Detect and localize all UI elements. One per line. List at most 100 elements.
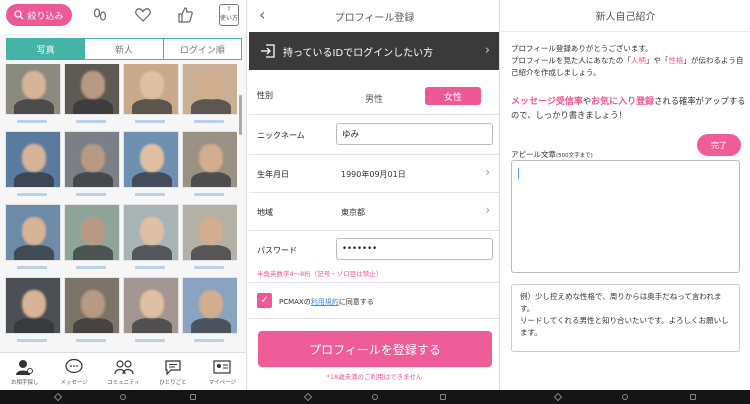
- profile-photo: [182, 131, 237, 188]
- password-label: パスワード: [257, 246, 297, 255]
- profile-photo-item[interactable]: [64, 277, 120, 347]
- heart-icon[interactable]: [133, 5, 153, 25]
- profile-photo-item[interactable]: [5, 204, 61, 274]
- profile-photo: [182, 204, 237, 261]
- region-row[interactable]: 地域 東京都 ›: [249, 193, 499, 231]
- example-text: 例）少し控えめな性格で、周りからは奥手だねって言われます。 リードしてくれる男性…: [511, 284, 740, 352]
- profile-photo-item[interactable]: [123, 204, 179, 274]
- speech-bubble-icon: [65, 358, 83, 374]
- profile-photo-item[interactable]: [123, 277, 179, 347]
- nav-community[interactable]: コミュニティ: [99, 353, 148, 390]
- nickname-input[interactable]: ゆみ: [336, 123, 493, 145]
- profile-photo-item[interactable]: [64, 204, 120, 274]
- blurred-caption: [64, 334, 120, 346]
- listing-tabs: 写真 新人 ログイン順: [6, 38, 242, 60]
- profile-photo: [123, 204, 179, 261]
- help-button[interactable]: ? 使い方: [219, 4, 239, 26]
- birthday-value: 1990年09月01日: [341, 170, 406, 179]
- photo-grid: [5, 64, 237, 352]
- blurred-caption: [5, 188, 61, 200]
- recents-icon[interactable]: [190, 394, 196, 400]
- appeal-label: アピール文章(500文字まで): [511, 150, 593, 159]
- gender-female-option[interactable]: 女性: [425, 87, 481, 105]
- profile-photo-item[interactable]: [123, 64, 179, 128]
- text-caret: [518, 168, 519, 179]
- chevron-right-icon: ›: [484, 43, 490, 58]
- gender-male-option[interactable]: 男性: [349, 89, 399, 107]
- birthday-row[interactable]: 生年月日 1990年09月01日 ›: [249, 155, 499, 193]
- page-title: 新人自己紹介: [501, 0, 750, 32]
- profile-photo: [182, 64, 237, 115]
- profile-photo: [182, 277, 237, 334]
- profile-photo: [5, 64, 61, 115]
- recents-icon[interactable]: [690, 394, 696, 400]
- profile-register-panel: ‹ プロフィール登録 持っているIDでログインしたい方 › 性別 男性 女性 ニ…: [249, 0, 500, 390]
- done-button[interactable]: 完了: [697, 134, 741, 156]
- nickname-label: ニックネーム: [257, 131, 305, 140]
- filter-button[interactable]: 絞り込み: [6, 4, 72, 26]
- bottom-nav: お相手探し メッセージ コミュニティ ひとりごと マイページ: [0, 352, 246, 390]
- nav-search[interactable]: お相手探し: [0, 353, 49, 390]
- thumbs-up-icon[interactable]: [175, 5, 195, 25]
- blurred-caption: [123, 261, 179, 273]
- home-icon[interactable]: [622, 394, 628, 400]
- blurred-caption: [64, 261, 120, 273]
- back-icon[interactable]: [303, 392, 313, 402]
- blurred-caption: [182, 334, 237, 346]
- id-login-bar[interactable]: 持っているIDでログインしたい方 ›: [249, 32, 499, 70]
- nav-message[interactable]: メッセージ: [49, 353, 98, 390]
- home-icon[interactable]: [120, 394, 126, 400]
- page-header: ‹ プロフィール登録: [249, 0, 499, 32]
- intro-text: プロフィール登録ありがとうございます。 プロフィールを見た人にあなたの「人柄」や…: [511, 44, 744, 77]
- nickname-row: ニックネーム ゆみ: [249, 115, 499, 155]
- profile-photo-item[interactable]: [64, 131, 120, 201]
- tab-new[interactable]: 新人: [85, 39, 164, 59]
- register-profile-button[interactable]: プロフィールを登録する: [258, 331, 492, 367]
- self-intro-panel: 新人自己紹介 プロフィール登録ありがとうございます。 プロフィールを見た人にあな…: [501, 0, 750, 390]
- terms-link[interactable]: 利用規約: [311, 298, 339, 306]
- search-icon: [14, 10, 24, 20]
- id-login-text: 持っているIDでログインしたい方: [283, 47, 434, 59]
- system-nav-bar: [0, 390, 750, 404]
- appeal-textarea[interactable]: [511, 160, 740, 273]
- scrollbar[interactable]: [239, 95, 242, 135]
- page-title: プロフィール登録: [334, 12, 415, 24]
- profile-photo: [64, 277, 120, 334]
- recents-icon[interactable]: [440, 394, 446, 400]
- tab-photo[interactable]: 写真: [7, 39, 86, 59]
- group-icon: [113, 360, 134, 375]
- profile-photo-item[interactable]: [123, 131, 179, 201]
- profile-photo-item[interactable]: [64, 64, 120, 128]
- back-icon[interactable]: [553, 392, 563, 402]
- chevron-right-icon: ›: [485, 165, 490, 179]
- birthday-label: 生年月日: [257, 170, 289, 179]
- region-label: 地域: [257, 208, 273, 217]
- profile-photo-item[interactable]: [5, 277, 61, 347]
- nav-monologue[interactable]: ひとりごと: [148, 353, 197, 390]
- back-icon[interactable]: [53, 392, 63, 402]
- footprint-icon[interactable]: [90, 5, 110, 25]
- filter-label: 絞り込み: [27, 11, 64, 22]
- profile-photo-item[interactable]: [5, 64, 61, 128]
- terms-checkbox[interactable]: ✓: [257, 293, 272, 308]
- profile-photo-item[interactable]: [182, 277, 237, 347]
- profile-photo: [123, 131, 179, 188]
- nav-mypage[interactable]: マイページ: [198, 353, 246, 390]
- profile-photo: [64, 131, 120, 188]
- profile-photo: [5, 204, 61, 261]
- person-search-icon: [15, 360, 33, 375]
- blurred-caption: [123, 188, 179, 200]
- profile-photo: [64, 204, 120, 261]
- login-icon: [261, 44, 275, 58]
- home-icon[interactable]: [372, 394, 378, 400]
- profile-photo-item[interactable]: [5, 131, 61, 201]
- divider: [249, 282, 499, 283]
- profile-photo-item[interactable]: [182, 204, 237, 274]
- back-arrow-icon[interactable]: ‹: [259, 7, 265, 23]
- blurred-caption: [182, 261, 237, 273]
- profile-photo: [123, 277, 179, 334]
- password-input[interactable]: •••••••: [336, 238, 493, 260]
- profile-photo-item[interactable]: [182, 64, 237, 128]
- profile-photo-item[interactable]: [182, 131, 237, 201]
- tab-login-order[interactable]: ログイン順: [163, 39, 241, 59]
